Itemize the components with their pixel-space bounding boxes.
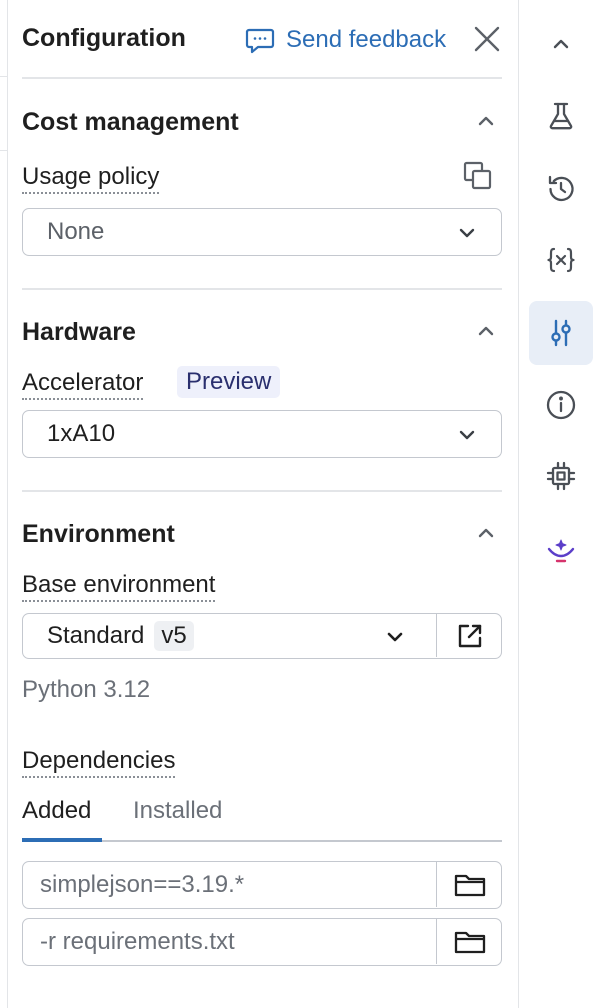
dependency-row [22, 861, 502, 909]
preview-badge: Preview [177, 366, 281, 398]
configuration-panel: Configuration Send feedback Cost managem… [22, 0, 502, 1008]
dependency-row [22, 918, 502, 966]
dependency-input[interactable] [23, 862, 435, 907]
base-environment-label: Base environment [22, 570, 216, 602]
send-feedback-label: Send feedback [286, 26, 447, 53]
info-icon [546, 390, 576, 420]
rail-history-button[interactable] [529, 157, 593, 221]
rail-assistant-button[interactable] [529, 518, 593, 582]
collapse-hardware-icon[interactable] [474, 319, 498, 343]
variables-icon [547, 247, 575, 273]
external-link-icon [458, 624, 482, 647]
python-version-text: Python 3.12 [22, 676, 151, 703]
accelerator-select[interactable]: 1xA10 [22, 410, 502, 458]
chevron-up-icon [553, 39, 569, 49]
section-divider [22, 288, 502, 290]
section-divider [22, 490, 502, 492]
feedback-chat-icon [245, 28, 275, 54]
send-feedback-link[interactable]: Send feedback [244, 24, 446, 56]
panel-title: Configuration [22, 24, 186, 52]
chevron-down-icon [459, 430, 475, 440]
tab-added[interactable]: Added [22, 794, 91, 828]
open-environment-button[interactable] [436, 614, 503, 657]
accelerator-value: 1xA10 [47, 420, 116, 447]
rail-configuration-button[interactable] [529, 301, 593, 365]
left-edge-divider [0, 150, 8, 151]
active-tab-indicator [22, 838, 102, 842]
copy-icon[interactable] [462, 160, 494, 192]
dependencies-label: Dependencies [22, 746, 176, 778]
left-edge-strip [0, 0, 8, 1008]
base-environment-version-tag: v5 [154, 621, 194, 651]
tab-installed[interactable]: Installed [133, 794, 222, 828]
flask-icon [549, 102, 573, 130]
collapse-cost-management-icon[interactable] [474, 109, 498, 133]
accelerator-label: Accelerator [22, 368, 144, 400]
header-divider [22, 77, 502, 79]
rail-compute-button[interactable] [529, 444, 593, 508]
usage-policy-label: Usage policy [22, 162, 160, 194]
rail-collapse-button[interactable] [529, 12, 593, 76]
rail-experiments-button[interactable] [529, 84, 593, 148]
environment-title: Environment [22, 520, 175, 548]
left-edge-divider [0, 76, 8, 77]
dependencies-tabs: Added Installed [22, 794, 502, 842]
base-environment-value: Standard [47, 622, 145, 649]
panel-header: Configuration Send feedback [22, 0, 502, 78]
usage-policy-select[interactable]: None [22, 208, 502, 256]
collapse-environment-icon[interactable] [474, 521, 498, 545]
assistant-icon [547, 539, 575, 563]
rail-variables-button[interactable] [529, 228, 593, 292]
chip-icon [546, 461, 576, 491]
chevron-down-icon [387, 632, 403, 642]
browse-file-button[interactable] [436, 862, 502, 907]
hardware-title: Hardware [22, 318, 136, 346]
chevron-down-icon [459, 228, 475, 238]
right-icon-rail [518, 0, 608, 1008]
browse-file-button[interactable] [436, 919, 502, 964]
base-environment-select[interactable]: Standard v5 [22, 613, 502, 659]
cost-management-title: Cost management [22, 108, 239, 136]
usage-policy-value: None [47, 218, 105, 245]
folder-icon [454, 931, 485, 953]
sliders-icon [551, 319, 571, 347]
folder-icon [454, 874, 485, 896]
history-icon [548, 175, 574, 202]
rail-info-button[interactable] [529, 373, 593, 437]
dependency-input[interactable] [23, 919, 435, 964]
close-icon[interactable] [470, 22, 504, 56]
